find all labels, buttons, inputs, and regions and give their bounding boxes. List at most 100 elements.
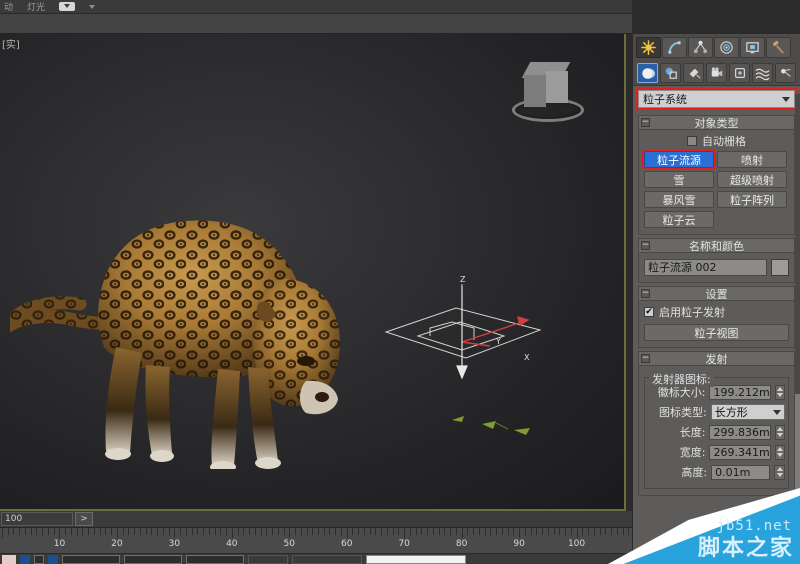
ruler-tick <box>438 528 440 535</box>
object-type-buttons: 粒子流源 喷射 雪 超级喷射 暴风雪 粒子阵列 粒子云 <box>642 149 789 228</box>
particle-flow-emitter-gizmo[interactable]: Z Y X <box>378 256 548 386</box>
object-button-parray[interactable]: 粒子阵列 <box>717 191 787 208</box>
icon-type-row: 图标类型: 长方形 <box>648 404 785 420</box>
coord-z-field[interactable] <box>186 554 244 564</box>
object-button-snow[interactable]: 雪 <box>644 171 714 188</box>
ruler-label: 80 <box>455 539 468 549</box>
height-spinner[interactable] <box>774 464 785 480</box>
logo-size-spinner[interactable] <box>774 384 785 400</box>
width-spinner[interactable] <box>774 444 785 460</box>
ruler-tick <box>65 528 67 535</box>
object-button-spray[interactable]: 喷射 <box>717 151 787 168</box>
watermark-site-name: 脚本之家 <box>697 536 794 561</box>
ruler-tick <box>151 528 153 535</box>
object-button-blizzard[interactable]: 暴风雪 <box>644 191 714 208</box>
object-type-header[interactable]: − 对象类型 <box>638 115 795 130</box>
key-filters-field[interactable] <box>366 554 466 564</box>
object-color-swatch[interactable] <box>771 259 789 276</box>
helpers-category[interactable] <box>729 63 750 83</box>
ruler-label: 50 <box>283 539 295 549</box>
motion-tab[interactable] <box>714 37 739 58</box>
select-region-icon[interactable] <box>34 554 44 564</box>
display-tab[interactable] <box>740 37 765 58</box>
ruler-tick <box>524 528 526 535</box>
object-button-super-spray[interactable]: 超级喷射 <box>717 171 787 188</box>
icon-type-dropdown[interactable]: 长方形 <box>710 404 785 420</box>
autogrid-checkbox[interactable] <box>687 136 697 146</box>
command-panel-scrollbar[interactable] <box>795 94 800 534</box>
name-color-body: 粒子流源 002 <box>638 253 795 283</box>
viewcube-face-right <box>546 71 568 103</box>
icon-type-label: 图标类型: <box>659 406 707 419</box>
coord-x-field[interactable] <box>62 554 120 564</box>
ruler-tick <box>398 528 400 535</box>
menu-item-1[interactable]: 灯光 <box>27 0 45 13</box>
autokey-button[interactable] <box>292 554 362 564</box>
light-dropdown-icon[interactable] <box>59 2 76 11</box>
cameras-category[interactable] <box>706 63 727 83</box>
ruler-tick <box>157 528 159 535</box>
create-tab[interactable] <box>636 37 661 58</box>
ruler-tick <box>381 528 383 535</box>
timeline-ruler[interactable]: 10 20 30 40 50 60 70 80 90 100 <box>0 528 632 554</box>
object-button-pcloud[interactable]: 粒子云 <box>644 211 714 228</box>
collapse-icon[interactable]: − <box>641 118 650 127</box>
autogrid-row[interactable]: 自动栅格 <box>644 134 789 148</box>
utilities-tab[interactable] <box>766 37 791 58</box>
object-button-pflow-source[interactable]: 粒子流源 <box>642 149 716 170</box>
ruler-tick <box>7 528 9 535</box>
menu-item-0[interactable]: 动 <box>4 0 13 13</box>
ruler-label: 60 <box>340 539 353 549</box>
height-field[interactable]: 0.01m <box>711 464 771 480</box>
viewport[interactable]: [实] Z Y X <box>0 34 626 511</box>
length-field[interactable]: 299.836m <box>709 424 771 440</box>
ruler-tick <box>191 528 193 535</box>
particle-view-button[interactable]: 粒子视图 <box>644 324 789 341</box>
collapse-icon[interactable]: − <box>641 354 650 363</box>
coord-y-field[interactable] <box>124 554 182 564</box>
category-dropdown[interactable]: 粒子系统 <box>636 88 797 110</box>
name-color-title: 名称和颜色 <box>689 239 744 253</box>
geometry-category[interactable] <box>637 63 658 83</box>
hierarchy-icon <box>693 40 708 54</box>
logo-size-field[interactable]: 199.212m <box>709 384 771 400</box>
chevron-down-icon <box>773 409 781 415</box>
ruler-tick <box>392 528 394 535</box>
viewcube[interactable] <box>512 62 584 124</box>
frame-number-field[interactable]: 100 <box>1 512 73 526</box>
name-color-header[interactable]: − 名称和颜色 <box>638 238 795 253</box>
systems-category[interactable] <box>775 63 796 83</box>
ruler-tick <box>513 528 515 535</box>
ruler-tick <box>99 528 101 535</box>
next-frame-button[interactable]: > <box>75 512 93 526</box>
modify-tab[interactable] <box>662 37 687 58</box>
chevron-down-icon[interactable] <box>89 4 96 9</box>
ruler-tick <box>329 528 331 535</box>
space-warps-category[interactable] <box>752 63 773 83</box>
collapse-icon[interactable]: − <box>641 289 650 298</box>
collapse-icon[interactable]: − <box>641 241 650 250</box>
lights-category[interactable] <box>683 63 704 83</box>
length-spinner[interactable] <box>774 424 785 440</box>
ruler-tick <box>122 528 124 535</box>
shapes-category[interactable] <box>660 63 681 83</box>
ruler-tick <box>272 528 274 535</box>
select-object-icon[interactable] <box>20 554 30 564</box>
settings-header[interactable]: − 设置 <box>638 286 795 301</box>
enable-emission-row[interactable]: ✔ 启用粒子发射 <box>644 305 789 319</box>
hierarchy-tab[interactable] <box>688 37 713 58</box>
ruler-tick <box>473 528 475 535</box>
ruler-tick <box>30 528 32 535</box>
particle-arrows <box>452 416 530 435</box>
ruler-tick <box>162 528 164 535</box>
enable-emission-checkbox[interactable]: ✔ <box>644 307 654 317</box>
ruler-tick <box>576 528 578 538</box>
leopard-model[interactable] <box>10 129 350 469</box>
width-field[interactable]: 269.341m <box>709 444 771 460</box>
ruler-label: 100 <box>567 539 586 549</box>
select-by-name-icon[interactable] <box>48 554 58 564</box>
ruler-tick <box>570 528 572 535</box>
ruler-tick <box>185 528 187 535</box>
emission-header[interactable]: − 发射 <box>638 351 795 366</box>
object-name-field[interactable]: 粒子流源 002 <box>644 259 767 276</box>
